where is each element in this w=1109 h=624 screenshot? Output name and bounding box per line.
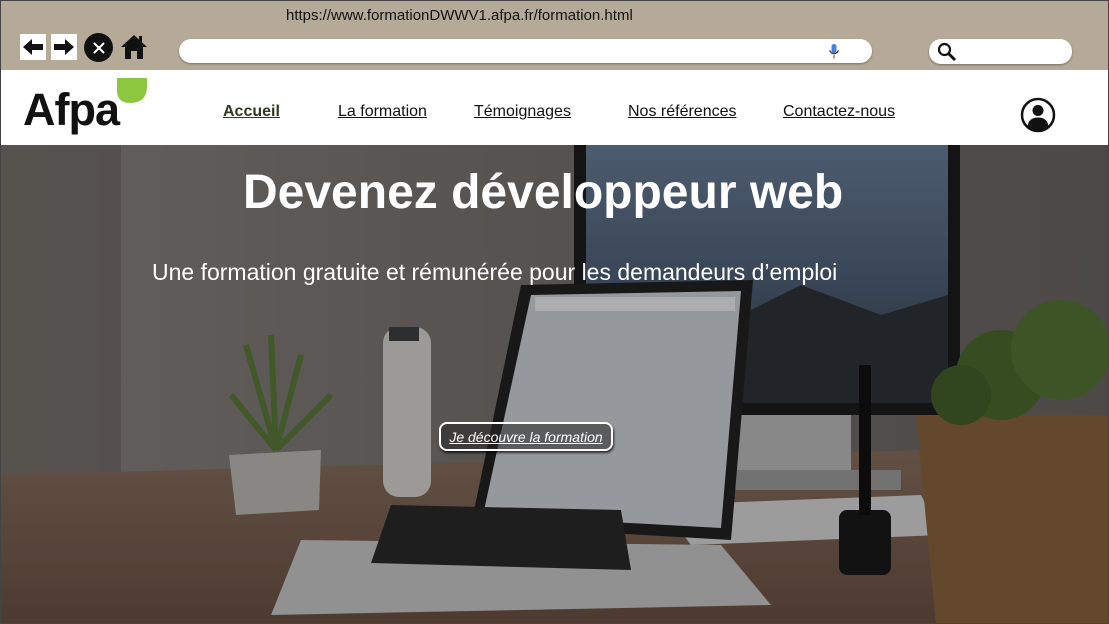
nav-link-formation[interactable]: La formation [338,103,427,121]
logo-text: Afpa [23,84,120,135]
stop-button[interactable] [84,33,113,62]
back-arrow-icon [23,39,43,55]
forward-button[interactable] [51,34,77,60]
hero-subtitle: Une formation gratuite et rémunérée pour… [152,259,838,285]
site-header: Afpa Accueil La formation Témoignages No… [1,70,1108,145]
microphone-icon[interactable] [828,43,840,60]
user-account-icon[interactable] [1020,97,1056,133]
nav-link-contact[interactable]: Contactez-nous [783,103,895,121]
home-icon [121,35,147,59]
nav-link-accueil[interactable]: Accueil [223,103,280,121]
address-bar[interactable] [179,39,872,63]
close-icon [92,41,105,54]
discover-formation-button[interactable]: Je découvre la formation [439,422,613,451]
hero-title-text: Devenez développeur web [243,166,844,219]
afpa-logo[interactable]: Afpa [23,74,153,136]
url-display[interactable]: https://www.formationDWWV1.afpa.fr/forma… [286,7,633,24]
leaf-icon [117,78,147,103]
search-icon [937,42,957,62]
browser-toolbar: https://www.formationDWWV1.afpa.fr/forma… [1,1,1108,70]
nav-link-temoignages[interactable]: Témoignages [474,103,571,121]
hero-banner: Devenez développeur web Une formation gr… [1,145,1108,623]
search-input[interactable] [929,39,1072,64]
home-button[interactable] [119,32,149,62]
forward-arrow-icon [54,39,74,55]
browser-window: https://www.formationDWWV1.afpa.fr/forma… [0,0,1109,624]
nav-link-references[interactable]: Nos références [628,103,737,121]
back-button[interactable] [20,34,46,60]
